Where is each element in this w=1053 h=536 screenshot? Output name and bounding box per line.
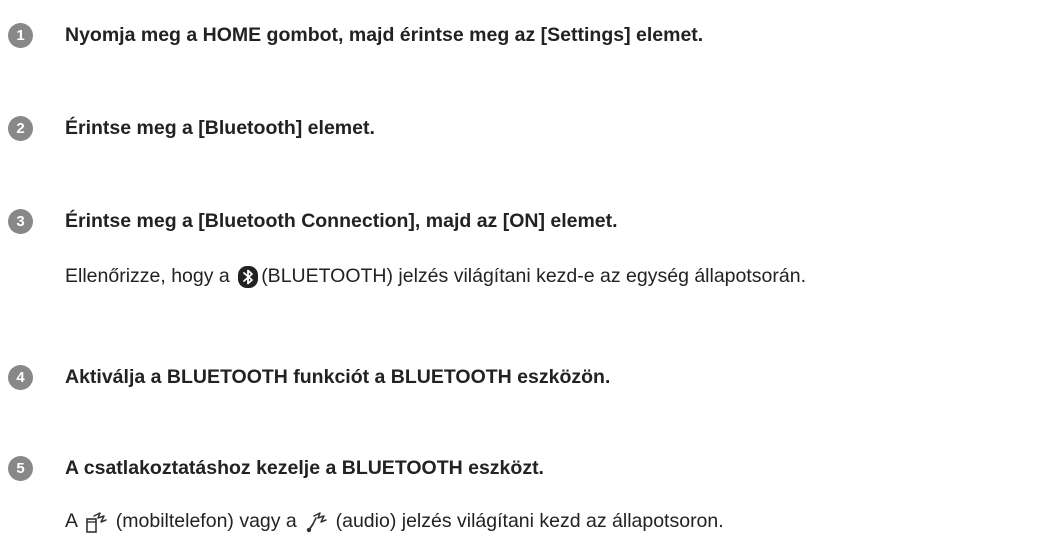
note-text: A [65,510,83,532]
step-title: A csatlakoztatáshoz kezelje a BLUETOOTH … [65,457,544,479]
step-note: A (mobiltelefon) vagy a (audio) jelzés v… [65,507,724,535]
step-title: Nyomja meg a HOME gombot, majd érintse m… [65,24,704,46]
step-note: Ellenőrizze, hogy a (BLUETOOTH) jelzés v… [65,262,806,290]
step-title: Aktiválja a BLUETOOTH funkciót a BLUETOO… [65,366,611,388]
mobile-phone-bluetooth-icon [84,510,108,534]
note-text: (audio) jelzés világítani kezd az állapo… [330,510,724,532]
step-number-badge: 1 [8,23,33,48]
step-title: Érintse meg a [Bluetooth] elemet. [65,117,375,139]
step-number-badge: 3 [8,209,33,234]
audio-bluetooth-icon [304,510,328,534]
bluetooth-icon [237,265,259,289]
step-number-badge: 5 [8,456,33,481]
note-text: (mobiltelefon) vagy a [110,510,303,532]
note-text: (BLUETOOTH) jelzés világítani kezd-e az … [261,265,806,287]
note-text: Ellenőrizze, hogy a [65,265,236,287]
step-title: Érintse meg a [Bluetooth Connection], ma… [65,210,618,232]
step-number-badge: 4 [8,365,33,390]
step-number-badge: 2 [8,116,33,141]
instruction-steps: 1 Nyomja meg a HOME gombot, majd érintse… [0,0,1053,536]
